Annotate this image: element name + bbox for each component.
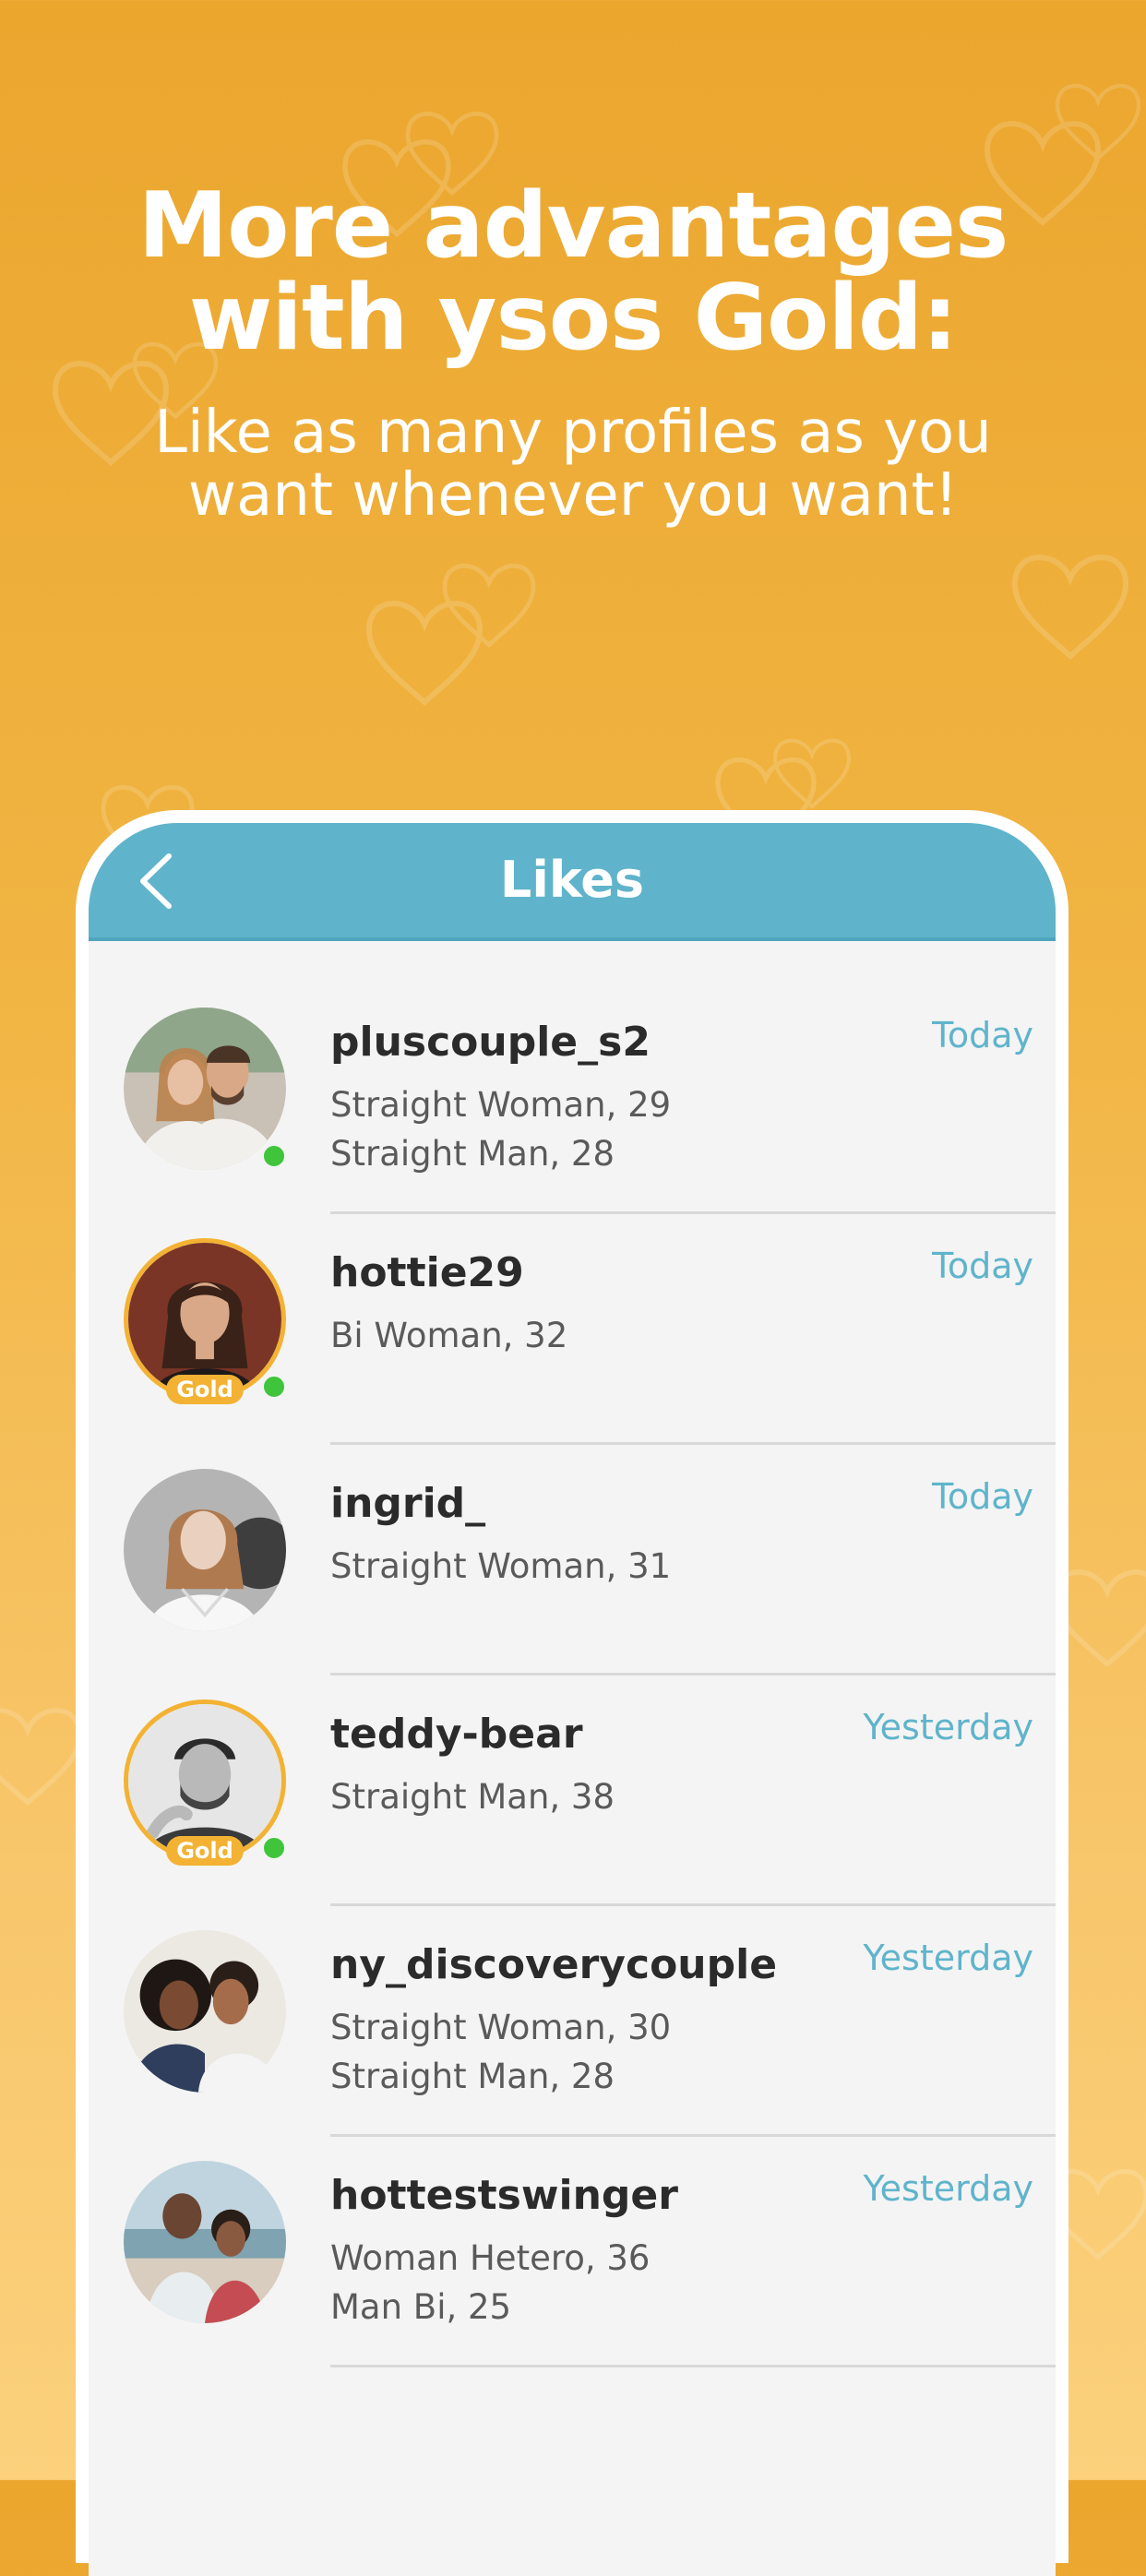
promo-header: More advantages with ysos Gold: Like as … — [0, 180, 1146, 527]
like-timestamp: Today — [932, 1246, 1033, 1286]
avatar[interactable] — [124, 2161, 286, 2323]
profile-detail: Bi Woman, 32 — [330, 1316, 568, 1355]
promo-subtitle: Like as many profiles as you want whenev… — [0, 401, 1146, 527]
username: teddy-bear — [330, 1711, 583, 1758]
likes-list: pluscouple_s2 Straight Woman, 29 Straigh… — [89, 984, 1056, 2367]
gold-badge: Gold — [166, 1375, 244, 1404]
like-timestamp: Yesterday — [863, 1707, 1033, 1747]
phone-frame: Likes pluscouple_s2 Straight Woman, 29 S… — [76, 810, 1068, 2576]
promo-subtitle-line2: want whenever you want! — [187, 461, 959, 530]
avatar-container — [124, 2161, 286, 2323]
avatar-container: Gold — [124, 1699, 288, 1866]
username: ingrid_ — [330, 1480, 486, 1527]
profile-detail: Straight Man, 28 — [330, 2057, 615, 2096]
username: hottestswinger — [330, 2172, 678, 2219]
like-row[interactable]: ingrid_ Straight Woman, 31 Today — [89, 1445, 1056, 1676]
promo-subtitle-line1: Like as many profiles as you — [154, 399, 992, 467]
profile-detail: Woman Hetero, 36 — [330, 2238, 651, 2278]
like-timestamp: Today — [932, 1015, 1033, 1055]
like-row[interactable]: hottestswinger Woman Hetero, 36 Man Bi, … — [89, 2137, 1056, 2367]
profile-photo-woman — [124, 1469, 286, 1631]
avatar-container — [124, 1930, 286, 2093]
screen-title: Likes — [499, 851, 645, 909]
like-row[interactable]: Gold hottie29 Bi Woman, 32 Today — [89, 1214, 1056, 1445]
profile-photo-woman — [128, 1243, 281, 1396]
online-indicator — [260, 1142, 288, 1170]
profile-detail: Man Bi, 25 — [330, 2287, 512, 2327]
profile-photo-man — [128, 1704, 281, 1857]
like-timestamp: Yesterday — [863, 1938, 1033, 1978]
promo-title-line2: with ysos Gold: — [188, 266, 959, 371]
profile-photo-couple — [124, 1008, 286, 1170]
profile-detail: Straight Man, 38 — [330, 1777, 615, 1817]
avatar[interactable] — [124, 1008, 286, 1170]
online-indicator — [260, 1834, 288, 1862]
row-divider — [330, 2365, 1056, 2367]
profile-photo-couple — [124, 2161, 286, 2323]
promo-title-line1: More advantages — [137, 173, 1009, 279]
online-indicator — [260, 1373, 288, 1401]
like-timestamp: Yesterday — [863, 2168, 1033, 2209]
avatar[interactable] — [124, 1469, 286, 1631]
username: ny_discoverycouple — [330, 1941, 778, 1988]
likes-screen: Likes pluscouple_s2 Straight Woman, 29 S… — [89, 823, 1056, 2576]
like-row[interactable]: pluscouple_s2 Straight Woman, 29 Straigh… — [89, 984, 1056, 1214]
like-row[interactable]: Gold teddy-bear Straight Man, 38 Yesterd… — [89, 1676, 1056, 1906]
avatar-container — [124, 1008, 288, 1170]
username: pluscouple_s2 — [330, 1019, 651, 1066]
profile-detail: Straight Woman, 29 — [330, 1085, 672, 1125]
profile-detail: Straight Man, 28 — [330, 1134, 615, 1174]
like-row[interactable]: ny_discoverycouple Straight Woman, 30 St… — [89, 1906, 1056, 2137]
like-timestamp: Today — [932, 1476, 1033, 1517]
avatar-container — [124, 1469, 286, 1631]
username: hottie29 — [330, 1249, 524, 1296]
gold-badge: Gold — [166, 1836, 244, 1866]
promo-title: More advantages with ysos Gold: — [0, 180, 1146, 364]
profile-detail: Straight Woman, 31 — [330, 1546, 672, 1586]
avatar-container: Gold — [124, 1238, 288, 1404]
profile-photo-couple — [124, 1930, 286, 2093]
app-bar: Likes — [89, 823, 1056, 941]
avatar[interactable] — [124, 1930, 286, 2093]
profile-detail: Straight Woman, 30 — [330, 2008, 672, 2047]
